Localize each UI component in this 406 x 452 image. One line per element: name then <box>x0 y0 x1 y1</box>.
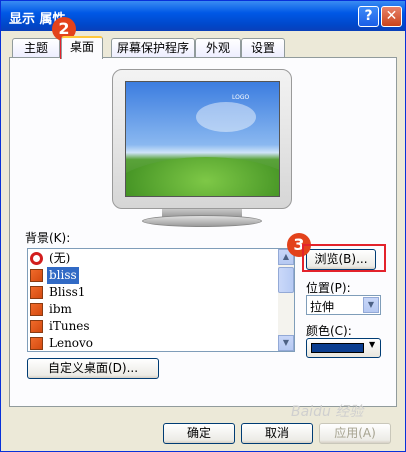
chevron-down-icon[interactable]: ▼ <box>363 297 379 313</box>
image-file-icon <box>30 337 43 350</box>
list-item-label: (无) <box>49 251 71 265</box>
customize-desktop-button[interactable]: 自定义桌面(D)... <box>27 358 159 379</box>
none-icon <box>30 252 43 265</box>
image-file-icon <box>30 286 43 299</box>
position-select[interactable]: 拉伸 ▼ <box>306 295 381 315</box>
background-list[interactable]: (无) bliss Bliss1 ibm iTunes Lenovo ▲ ▼ <box>27 248 295 352</box>
help-button[interactable]: ? <box>358 6 379 27</box>
monitor-body: LOGO <box>112 69 292 209</box>
preview-screen: LOGO <box>125 81 280 197</box>
list-item-label: ibm <box>49 302 72 316</box>
list-item-label: iTunes <box>49 319 90 333</box>
preview-logo: LOGO <box>232 94 250 101</box>
color-swatch <box>311 343 364 353</box>
list-item-label: bliss <box>47 267 79 284</box>
ok-button[interactable]: 确定 <box>163 423 235 444</box>
tab-desktop[interactable]: 桌面 <box>61 36 103 59</box>
display-properties-window: 显示 属性 ? ✕ 主题 桌面 屏幕保护程序 外观 设置 LOGO 背景(K):… <box>0 0 406 452</box>
image-file-icon <box>30 303 43 316</box>
preview-hill <box>126 157 279 196</box>
position-value: 拉伸 <box>310 300 335 314</box>
chevron-down-icon: ▼ <box>369 340 376 349</box>
scroll-down-icon[interactable]: ▼ <box>278 335 294 351</box>
monitor-base <box>142 215 262 227</box>
background-label: 背景(K): <box>25 231 71 245</box>
cancel-button[interactable]: 取消 <box>241 423 313 444</box>
apply-button[interactable]: 应用(A) <box>319 423 391 444</box>
tab-appearance[interactable]: 外观 <box>195 38 241 57</box>
list-item-label: Lenovo <box>49 336 94 350</box>
position-label: 位置(P): <box>306 281 351 295</box>
watermark: Baidu 经验 <box>291 404 364 420</box>
color-picker-button[interactable]: ▼ <box>306 338 381 358</box>
image-file-icon <box>30 269 43 282</box>
desktop-preview-monitor: LOGO <box>112 69 292 227</box>
preview-cloud <box>196 102 256 132</box>
tab-themes[interactable]: 主题 <box>12 38 60 57</box>
tab-screensaver[interactable]: 屏幕保护程序 <box>111 38 195 57</box>
close-button[interactable]: ✕ <box>381 6 402 27</box>
scroll-thumb[interactable] <box>278 267 294 293</box>
highlight-browse-button <box>302 244 386 272</box>
tab-settings[interactable]: 设置 <box>241 38 285 57</box>
list-scrollbar[interactable]: ▲ ▼ <box>278 249 294 351</box>
image-file-icon <box>30 320 43 333</box>
list-item-label: Bliss1 <box>49 285 86 299</box>
color-label: 颜色(C): <box>306 324 352 338</box>
